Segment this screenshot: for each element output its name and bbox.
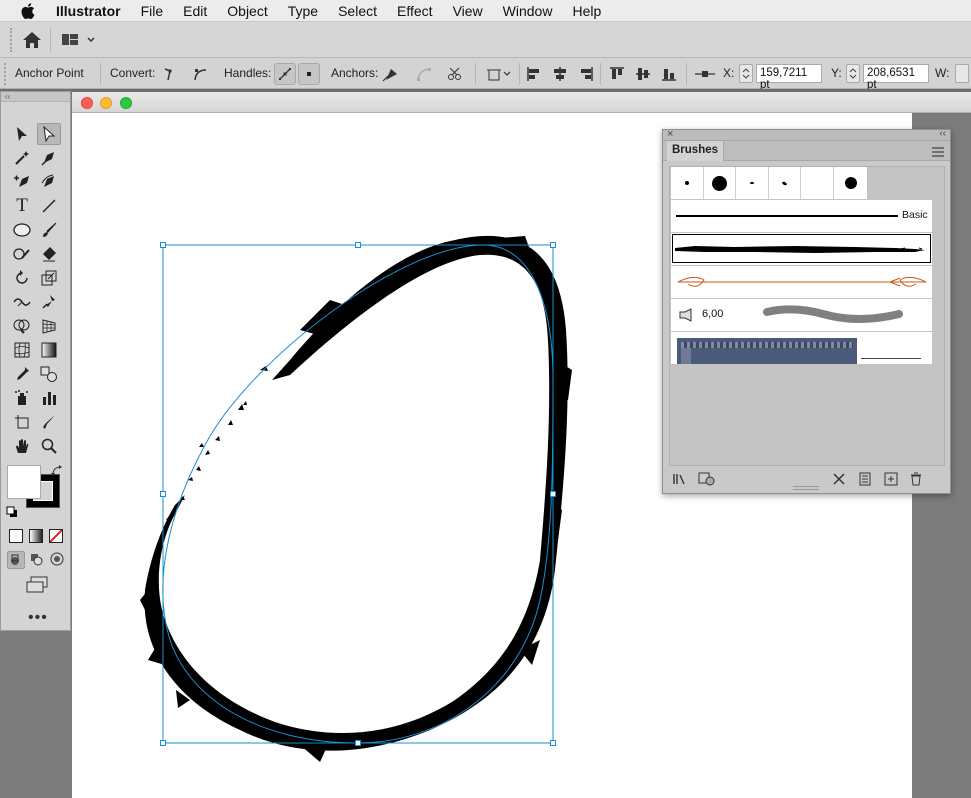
line-segment-tool-icon[interactable]	[37, 195, 61, 217]
close-panel-icon[interactable]: ×	[667, 128, 673, 140]
selection-tool-icon[interactable]	[10, 123, 34, 145]
perspective-grid-tool-icon[interactable]	[37, 315, 61, 337]
eraser-tool-icon[interactable]	[37, 243, 61, 265]
basic-brush-row[interactable]: Basic	[671, 200, 932, 232]
brush-dot-large[interactable]	[704, 167, 736, 199]
none-mode-icon[interactable]	[49, 529, 63, 543]
pen-tool-icon[interactable]	[37, 147, 61, 169]
collapse-panel-icon[interactable]: ‹‹	[939, 128, 946, 139]
brush-options-icon[interactable]	[856, 471, 874, 487]
brush-dot-medium[interactable]	[834, 167, 867, 199]
add-anchor-point-tool-icon[interactable]	[10, 171, 34, 193]
brush-library-list: Basic 6,00	[669, 166, 945, 466]
zoom-tool-icon[interactable]	[37, 435, 61, 457]
slice-tool-icon[interactable]	[37, 411, 61, 433]
shape-builder-tool-icon[interactable]	[10, 315, 34, 337]
delete-brush-icon[interactable]	[907, 471, 925, 487]
gradient-tool-icon[interactable]	[37, 339, 61, 361]
draw-behind-icon[interactable]	[28, 551, 46, 569]
magic-wand-tool-icon[interactable]	[10, 147, 34, 169]
rotate-tool-icon[interactable]	[10, 267, 34, 289]
hand-tool-icon[interactable]	[10, 435, 34, 457]
brush-libraries-icon[interactable]	[672, 471, 690, 487]
tab-brushes[interactable]: Brushes	[667, 141, 725, 161]
pattern-brush-swatch	[677, 338, 857, 364]
type-tool-icon[interactable]: T	[10, 195, 34, 217]
basic-brush-label: Basic	[902, 209, 928, 221]
scale-tool-icon[interactable]	[37, 267, 61, 289]
edit-toolbar-icon[interactable]: •••	[28, 609, 48, 627]
width-tool-icon[interactable]	[10, 291, 34, 313]
tools-panel-collapse-icon[interactable]: ‹‹	[1, 92, 70, 102]
blend-tool-icon[interactable]	[37, 363, 61, 385]
charcoal-brush-row[interactable]	[671, 233, 932, 265]
tools-panel: ‹‹ T •••	[0, 91, 71, 631]
remove-brush-stroke-icon[interactable]	[830, 471, 848, 487]
eyedropper-tool-icon[interactable]	[10, 363, 34, 385]
libraries-panel-icon[interactable]	[698, 471, 716, 487]
panel-resize-grip[interactable]	[793, 486, 819, 490]
direct-selection-tool-icon[interactable]	[37, 123, 61, 145]
shaper-tool-icon[interactable]	[10, 243, 34, 265]
column-graph-tool-icon[interactable]	[37, 387, 61, 409]
bristle-brush-row[interactable]: 6,00	[671, 299, 932, 331]
new-brush-icon[interactable]	[882, 471, 900, 487]
draw-normal-icon[interactable]	[7, 551, 25, 569]
symbol-sprayer-tool-icon[interactable]	[10, 387, 34, 409]
screen-mode-icon[interactable]	[25, 576, 49, 597]
draw-inside-icon[interactable]	[49, 551, 67, 569]
panel-menu-icon[interactable]	[932, 146, 944, 160]
bristle-brush-size: 6,00	[702, 308, 724, 320]
fill-color-swatch[interactable]	[7, 465, 41, 499]
mesh-tool-icon[interactable]	[10, 339, 34, 361]
gradient-mode-icon[interactable]	[29, 529, 43, 543]
brush-dot-tilted[interactable]	[769, 167, 801, 199]
artboard-tool-icon[interactable]	[10, 411, 34, 433]
brush-dot-small[interactable]	[671, 167, 704, 199]
bristle-brush-icon	[679, 308, 695, 325]
color-mode-icon[interactable]	[9, 529, 23, 543]
brush-dot-empty[interactable]	[801, 167, 834, 199]
brush-dot-oval[interactable]	[736, 167, 769, 199]
default-fill-stroke-icon[interactable]	[6, 506, 18, 521]
paintbrush-tool-icon[interactable]	[37, 219, 61, 241]
brush-stroke-path[interactable]	[140, 235, 572, 762]
ellipse-tool-icon[interactable]	[10, 219, 34, 241]
curvature-tool-icon[interactable]	[37, 171, 61, 193]
calligraphic-brushes-row	[671, 167, 867, 199]
swap-fill-stroke-icon[interactable]	[51, 465, 63, 480]
puppet-warp-tool-icon[interactable]	[37, 291, 61, 313]
arrow-brush-row[interactable]	[671, 266, 932, 298]
pattern-brush-row[interactable]	[671, 332, 932, 364]
brushes-panel: × ‹‹ Brushes Basic 6,00	[662, 128, 951, 494]
